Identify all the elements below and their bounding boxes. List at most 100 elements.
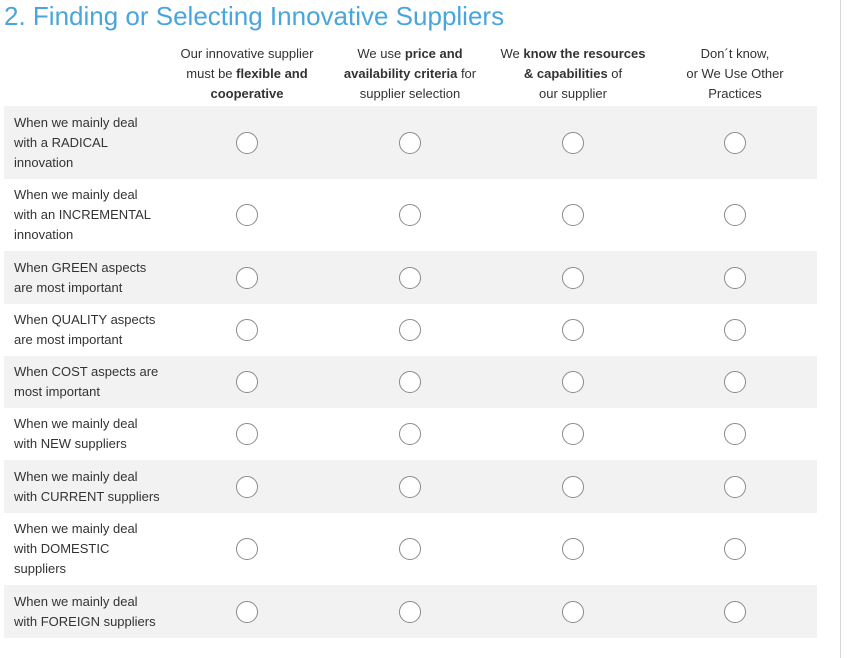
radio-option-1[interactable] [236, 319, 258, 341]
column-header-text: must be [186, 66, 237, 81]
column-header-4: Don´t know, or We Use Other Practices [654, 44, 816, 104]
radio-option-1[interactable] [236, 600, 258, 623]
radio-option-4[interactable] [724, 423, 746, 445]
radio-option-1[interactable] [236, 131, 258, 154]
row-label: When GREEN aspects are most important [14, 258, 166, 298]
column-header-row: Our innovative supplier must be flexible … [4, 44, 817, 106]
row-label-line: with CURRENT suppliers [14, 488, 160, 504]
column-header-text: & capabilities [523, 66, 608, 81]
row-label-line: with FOREIGN suppliers [14, 613, 156, 629]
column-header-line: We use price and [329, 44, 491, 64]
column-header-text: availability criteria [343, 66, 458, 81]
radio-option-3[interactable] [562, 204, 584, 226]
column-header-line: Practices [654, 84, 816, 104]
column-header-line: our supplier [492, 84, 654, 104]
section-title: 2. Finding or Selecting Innovative Suppl… [4, 1, 505, 31]
column-header-line: must be flexible and [166, 64, 328, 84]
radio-option-3[interactable] [562, 600, 584, 623]
radio-option-2[interactable] [399, 319, 421, 341]
radio-option-3[interactable] [562, 131, 584, 154]
matrix-row: When GREEN aspects are most important [4, 251, 817, 304]
radio-option-2[interactable] [399, 371, 421, 393]
radio-option-2[interactable] [399, 600, 421, 623]
column-header-text: Practices [708, 86, 762, 101]
column-header-text: Our innovative supplier [180, 46, 314, 61]
radio-option-3[interactable] [562, 423, 584, 445]
column-header-text: supplier selection [359, 86, 461, 101]
radio-option-1[interactable] [236, 423, 258, 445]
row-label-line: innovation [14, 154, 74, 170]
row-label-line: are most important [14, 279, 123, 295]
radio-option-4[interactable] [724, 131, 746, 154]
column-header-line: Don´t know, [654, 44, 816, 64]
radio-option-2[interactable] [399, 131, 421, 154]
matrix-row: When we mainly deal with DOMESTIC supplier… [4, 513, 817, 585]
row-label-line: When we mainly deal [14, 114, 138, 130]
row-label-line: most important [14, 384, 100, 399]
column-header-2: We use price and availability criteria fo… [329, 44, 491, 104]
row-label-line: When we mainly deal [14, 593, 138, 609]
column-header-text: Don´t know, [700, 46, 770, 61]
row-label-line: innovation [14, 227, 74, 242]
matrix-row: When COST aspects are most important [4, 356, 817, 408]
column-header-line: & capabilities of [492, 64, 654, 84]
column-header-3: We know the resources & capabilities of ou… [492, 44, 654, 104]
column-header-text: We use [357, 46, 405, 61]
column-header-line: We know the resources [492, 44, 654, 64]
row-label-line: with NEW suppliers [14, 436, 127, 451]
radio-option-4[interactable] [724, 538, 746, 560]
frame-divider [840, 0, 841, 658]
radio-option-4[interactable] [724, 266, 746, 289]
radio-option-3[interactable] [562, 371, 584, 393]
column-header-1: Our innovative supplier must be flexible … [166, 44, 328, 104]
matrix-row: When we mainly deal with an INCREMENTAL in… [4, 179, 817, 251]
radio-option-1[interactable] [236, 475, 258, 498]
row-label: When we mainly deal with CURRENT supplier… [14, 467, 166, 507]
row-label: When we mainly deal with an INCREMENTAL in… [14, 185, 166, 245]
row-label: When COST aspects are most important [14, 362, 166, 402]
radio-option-4[interactable] [724, 204, 746, 226]
column-header-line: or We Use Other [654, 64, 816, 84]
row-label-line: When COST aspects are [14, 364, 159, 379]
row-label-line: with an INCREMENTAL [14, 207, 152, 222]
row-label-line: When we mainly deal [14, 521, 138, 536]
row-label-line: When we mainly deal [14, 468, 138, 484]
radio-option-3[interactable] [562, 538, 584, 560]
column-header-line: Our innovative supplier [166, 44, 328, 64]
radio-option-1[interactable] [236, 266, 258, 289]
radio-option-2[interactable] [399, 266, 421, 289]
column-header-line: supplier selection [329, 84, 491, 104]
row-label-line: When we mainly deal [14, 187, 138, 202]
row-label: When we mainly deal with NEW suppliers [14, 414, 166, 454]
radio-option-4[interactable] [724, 475, 746, 498]
radio-option-3[interactable] [562, 319, 584, 341]
column-header-text: of [607, 66, 623, 81]
column-header-text: or We Use Other [686, 66, 784, 81]
radio-option-4[interactable] [724, 600, 746, 623]
radio-option-3[interactable] [562, 266, 584, 289]
row-label-line: When QUALITY aspects [14, 312, 156, 327]
radio-option-2[interactable] [399, 475, 421, 498]
row-label-line: When GREEN aspects [14, 259, 147, 275]
column-header-line: cooperative [166, 84, 328, 104]
radio-option-1[interactable] [236, 538, 258, 560]
radio-option-3[interactable] [562, 475, 584, 498]
row-label: When QUALITY aspects are most important [14, 310, 166, 350]
column-header-text: for [457, 66, 477, 81]
column-header-text: cooperative [210, 86, 284, 101]
radio-option-2[interactable] [399, 538, 421, 560]
column-header-line: availability criteria for [329, 64, 491, 84]
row-label: When we mainly deal with FOREIGN supplier… [14, 592, 166, 632]
row-label: When we mainly deal with a RADICAL innovat… [14, 113, 166, 173]
radio-option-2[interactable] [399, 423, 421, 445]
radio-option-4[interactable] [724, 319, 746, 341]
row-label-line: are most important [14, 332, 123, 347]
radio-option-1[interactable] [236, 371, 258, 393]
row-label-line: suppliers [14, 561, 67, 576]
column-header-text: flexible and [236, 66, 308, 81]
row-label-line: with DOMESTIC [14, 541, 110, 556]
radio-option-1[interactable] [236, 204, 258, 226]
matrix-row: When QUALITY aspects are most important [4, 304, 817, 356]
radio-option-4[interactable] [724, 371, 746, 393]
radio-option-2[interactable] [399, 204, 421, 226]
